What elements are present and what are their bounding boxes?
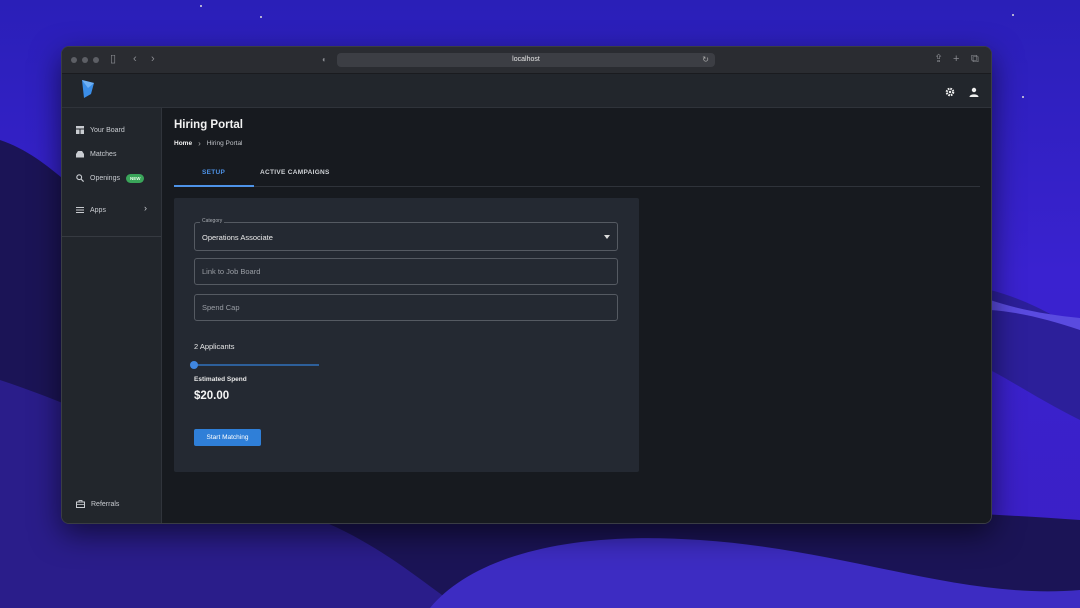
sidebar-item-your-board[interactable]: Your Board bbox=[76, 123, 125, 137]
tab-bar: SETUP ACTIVE CAMPAIGNS bbox=[174, 164, 980, 187]
page-title: Hiring Portal bbox=[174, 119, 244, 131]
slider-track[interactable] bbox=[194, 364, 319, 366]
minimize-window-dot[interactable] bbox=[82, 57, 88, 63]
sidebar-item-matches[interactable]: Matches bbox=[76, 147, 116, 161]
sidebar-item-referrals[interactable]: Referrals bbox=[76, 497, 119, 511]
maximize-window-dot[interactable] bbox=[93, 57, 99, 63]
back-icon[interactable]: ‹ bbox=[133, 53, 137, 65]
sidebar-item-apps[interactable]: Apps bbox=[76, 203, 106, 217]
new-badge: NEW bbox=[125, 173, 145, 183]
setup-card: Category Operations Associate Link to Jo… bbox=[174, 198, 639, 472]
app-logo-icon[interactable] bbox=[80, 79, 96, 104]
sidebar-item-label: Matches bbox=[90, 150, 117, 158]
browser-window: ▯ ‹ › ◐ localhost ↻ ⇪ + ⧉ Your Board Mat… bbox=[61, 46, 992, 524]
address-bar[interactable]: localhost ↻ bbox=[337, 53, 715, 67]
forward-icon[interactable]: › bbox=[151, 53, 155, 65]
reload-icon[interactable]: ↻ bbox=[702, 53, 709, 67]
browser-titlebar: ▯ ‹ › ◐ localhost ↻ ⇪ + ⧉ bbox=[62, 47, 991, 74]
spend-cap-input[interactable]: Spend Cap bbox=[194, 294, 618, 321]
share-icon[interactable]: ⇪ bbox=[934, 53, 943, 65]
applicants-slider[interactable] bbox=[190, 361, 319, 369]
applicants-count: 2 Applicants bbox=[194, 342, 235, 351]
estimated-spend-label: Estimated Spend bbox=[194, 376, 247, 383]
sidebar-item-label: Your Board bbox=[90, 126, 125, 134]
job-board-link-input[interactable]: Link to Job Board bbox=[194, 258, 618, 285]
sidebar-toggle-icon[interactable]: ▯ bbox=[110, 53, 116, 65]
sidebar-item-label: Openings bbox=[90, 174, 120, 182]
tab-setup[interactable]: SETUP bbox=[202, 169, 225, 176]
sidebar-divider bbox=[62, 236, 161, 237]
main-content: Hiring Portal Home › Hiring Portal SETUP… bbox=[162, 108, 991, 523]
chevron-right-icon: › bbox=[198, 139, 201, 148]
search-icon bbox=[76, 174, 84, 182]
caret-down-icon bbox=[604, 235, 610, 239]
category-value: Operations Associate bbox=[202, 233, 273, 242]
inbox-icon bbox=[76, 151, 84, 158]
new-tab-icon[interactable]: + bbox=[953, 53, 959, 65]
briefcase-icon bbox=[76, 500, 85, 508]
category-select[interactable]: Category Operations Associate bbox=[194, 218, 618, 251]
sidebar-item-label: Apps bbox=[90, 206, 106, 214]
breadcrumb: Home › Hiring Portal bbox=[174, 139, 243, 148]
spend-cap-placeholder: Spend Cap bbox=[202, 303, 240, 312]
close-window-dot[interactable] bbox=[71, 57, 77, 63]
start-matching-button[interactable]: Start Matching bbox=[194, 429, 261, 446]
sidebar: Your Board Matches Openings NEW Apps › R… bbox=[62, 108, 162, 523]
menu-icon bbox=[76, 207, 84, 213]
category-label: Category bbox=[200, 218, 225, 224]
account-icon[interactable] bbox=[969, 84, 979, 102]
tabs-overview-icon[interactable]: ⧉ bbox=[971, 53, 979, 65]
slider-thumb[interactable] bbox=[190, 361, 198, 369]
window-controls[interactable] bbox=[71, 57, 99, 63]
url-text: localhost bbox=[512, 56, 540, 63]
estimated-spend-value: $20.00 bbox=[194, 390, 230, 402]
app-header bbox=[62, 74, 991, 108]
tab-active-campaigns[interactable]: ACTIVE CAMPAIGNS bbox=[260, 169, 330, 176]
active-tab-indicator bbox=[174, 185, 254, 187]
breadcrumb-current: Hiring Portal bbox=[206, 140, 243, 147]
sidebar-item-openings[interactable]: Openings NEW bbox=[76, 171, 145, 185]
job-board-placeholder: Link to Job Board bbox=[202, 267, 261, 276]
sidebar-item-label: Referrals bbox=[91, 500, 120, 508]
privacy-icon[interactable]: ◐ bbox=[322, 54, 327, 66]
chevron-right-icon[interactable]: › bbox=[144, 203, 147, 213]
board-icon bbox=[76, 126, 84, 134]
breadcrumb-home-link[interactable]: Home bbox=[174, 140, 192, 147]
gear-icon[interactable] bbox=[945, 84, 955, 102]
